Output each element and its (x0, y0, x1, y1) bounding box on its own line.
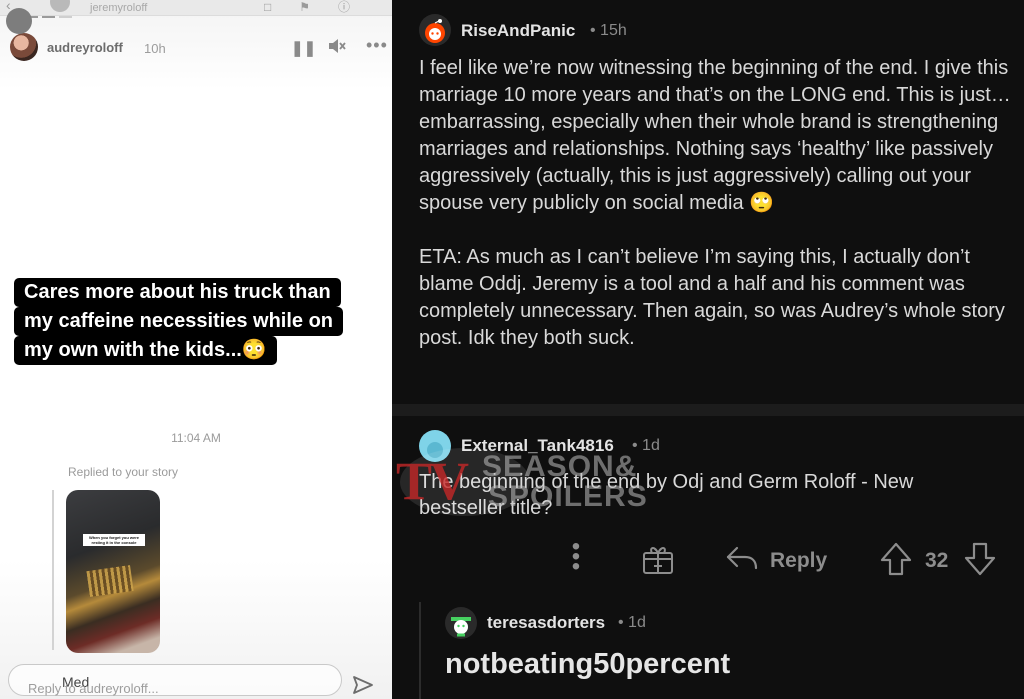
comment-paragraph: I feel like we’re now witnessing the beg… (419, 57, 1011, 214)
reply-arrow-icon[interactable] (725, 544, 759, 579)
comment-actions: • • • Reply 32 (392, 535, 1024, 582)
more-vertical-icon[interactable]: • • • (566, 535, 586, 579)
comment-body: I feel like we’re now witnessing the beg… (419, 55, 1019, 352)
story-caption: Cares more about his truck than my caffe… (14, 278, 344, 365)
thread-indent-rule[interactable] (419, 602, 421, 699)
avatar[interactable] (10, 33, 38, 61)
ghost-avatar (50, 0, 70, 12)
mute-icon[interactable] (328, 38, 346, 58)
downvote-arrow-icon[interactable] (964, 542, 996, 581)
avatar[interactable] (419, 14, 451, 46)
ghost-header-icons: □⚑ⓘ (263, 0, 378, 14)
avatar[interactable] (445, 607, 477, 639)
comment-body: The beginning of the end by Odj and Germ… (419, 471, 914, 519)
divider (392, 404, 1024, 416)
story-reply-thumbnail[interactable]: When you forget you were resting it in t… (66, 490, 160, 653)
send-icon[interactable] (352, 674, 374, 699)
caption-line: my own with the kids...😳 (14, 336, 277, 365)
story-header: audreyroloff 10h ❚❚ ••• (10, 33, 388, 63)
thumbnail-grill-shape (86, 565, 134, 597)
previous-story-header-ghost: ‹ jeremyroloff □⚑ⓘ (0, 0, 392, 16)
ghost-username: jeremyroloff (90, 2, 148, 14)
award-icon[interactable] (641, 542, 675, 581)
comment-paragraph: ETA: As much as I can’t believe I’m sayi… (419, 246, 1005, 349)
more-icon[interactable]: ••• (366, 35, 388, 56)
message-timestamp: 11:04 AM (171, 431, 221, 445)
reply-quote-rule (52, 490, 54, 650)
reddit-thread: RiseAndPanic • 15h I feel like we’re now… (392, 0, 1024, 699)
comment-username[interactable]: RiseAndPanic (461, 21, 575, 41)
avatar[interactable] (419, 430, 451, 462)
comment-age: • 1d (618, 614, 646, 631)
pause-icon[interactable]: ❚❚ (291, 39, 316, 57)
thumbnail-caption: When you forget you were resting it in t… (83, 534, 145, 546)
replied-to-story-label: Replied to your story (68, 465, 179, 479)
comment-username[interactable]: External_Tank4816 (461, 436, 614, 456)
comment-age: • 1d (632, 437, 660, 454)
story-username[interactable]: audreyroloff (47, 40, 123, 55)
comment-body: notbeating50percent (445, 648, 731, 680)
instagram-story: ‹ jeremyroloff □⚑ⓘ audreyroloff 10h ❚❚ •… (0, 0, 392, 699)
caption-line: my caffeine necessities while on (14, 307, 344, 336)
reply-placeholder[interactable]: Reply to audreyroloff... (28, 681, 159, 696)
reply-button[interactable]: Reply (770, 549, 827, 573)
avatar (6, 8, 32, 34)
comment-age: • 15h (590, 22, 627, 39)
comment-username[interactable]: teresasdorters (487, 613, 605, 633)
story-timestamp: 10h (144, 41, 166, 56)
upvote-arrow-icon[interactable] (880, 542, 912, 581)
vote-score: 32 (925, 549, 949, 572)
caption-line: Cares more about his truck than (14, 278, 341, 307)
